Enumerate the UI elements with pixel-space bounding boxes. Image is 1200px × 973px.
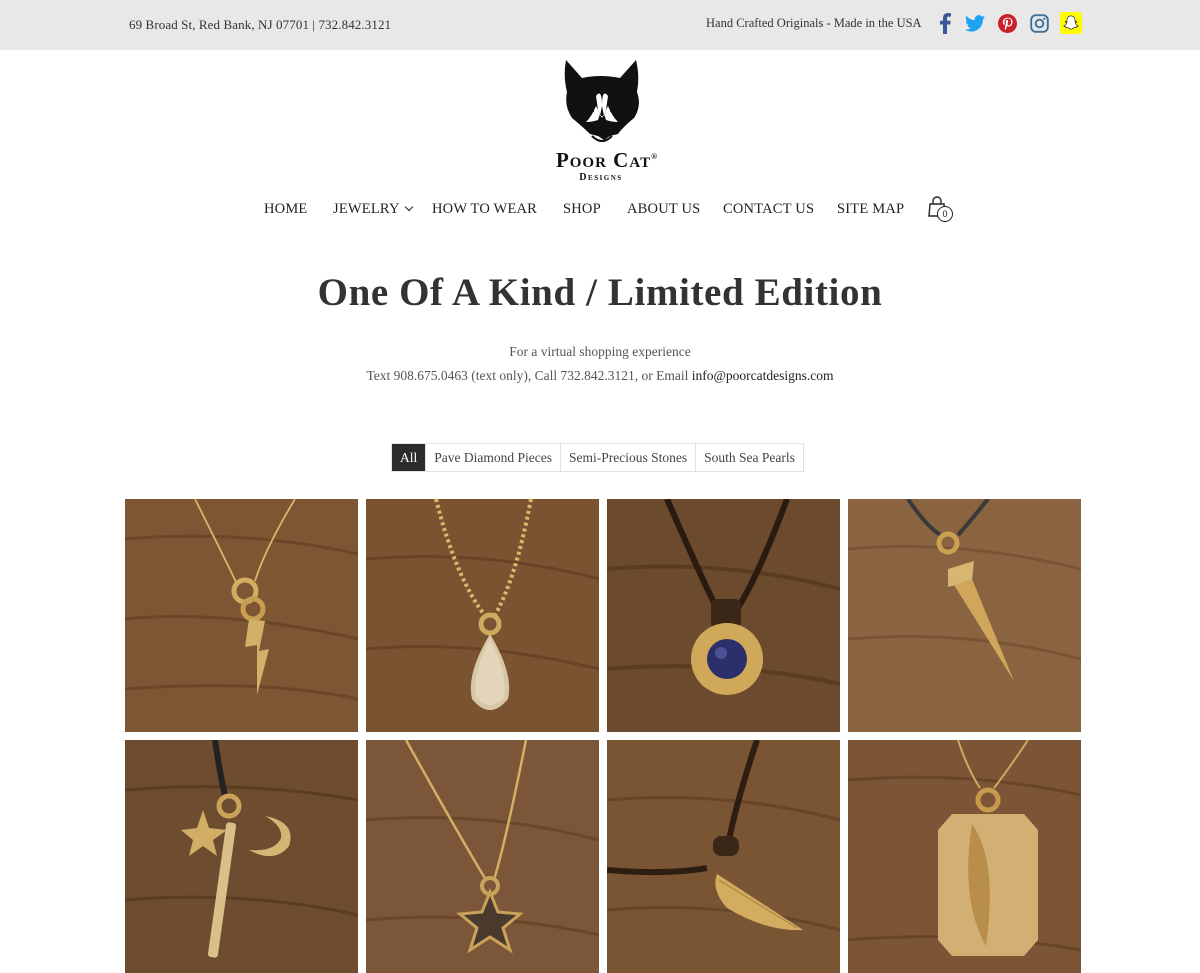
product-tile[interactable] (125, 740, 358, 973)
lightning-bolt-pendant-icon (125, 499, 358, 732)
product-tile[interactable] (125, 499, 358, 732)
nav-jewelry-label: JEWELRY (333, 201, 400, 217)
sapphire-bezel-pendant-icon (607, 499, 840, 732)
product-tile[interactable] (366, 499, 599, 732)
cart-count-badge: 0 (937, 206, 953, 222)
filter-all[interactable]: All (392, 444, 427, 471)
filter-south-sea-pearls[interactable]: South Sea Pearls (696, 444, 803, 471)
product-tile[interactable] (848, 499, 1081, 732)
cat-logo-icon (564, 60, 639, 142)
chevron-down-icon (404, 202, 413, 212)
store-address: 69 Broad St, Red Bank, NJ 07701 | 732.84… (129, 17, 392, 32)
nav-jewelry[interactable]: JEWELRY (333, 201, 413, 218)
snapchat-icon[interactable] (1060, 11, 1082, 35)
brand-subtitle: Designs (579, 172, 623, 183)
email-link[interactable]: info@poorcatdesigns.com (692, 368, 834, 383)
nav-about-us[interactable]: ABOUT US (627, 201, 700, 218)
filter-tabs: All Pave Diamond Pieces Semi-Precious St… (391, 443, 804, 472)
instagram-icon[interactable] (1028, 11, 1050, 35)
top-bar: 69 Broad St, Red Bank, NJ 07701 | 732.84… (0, 0, 1200, 50)
filter-semi-precious[interactable]: Semi-Precious Stones (561, 444, 697, 471)
pave-teardrop-pendant-icon (366, 499, 599, 732)
nav-contact-us[interactable]: CONTACT US (723, 201, 814, 218)
star-pendant-icon (366, 740, 599, 973)
feather-leather-pendant-icon (607, 740, 840, 973)
product-tile[interactable] (848, 740, 1081, 973)
nav-site-map[interactable]: SITE MAP (837, 201, 904, 218)
dagger-pendant-icon (848, 499, 1081, 732)
product-tile[interactable] (607, 740, 840, 973)
contact-text: Text 908.675.0463 (text only), Call 732.… (366, 368, 689, 383)
pinterest-icon[interactable] (996, 11, 1018, 35)
brand-name: Poor Cat® (555, 148, 659, 172)
filter-pave-diamond[interactable]: Pave Diamond Pieces (426, 444, 561, 471)
feather-dog-tag-pendant-icon (848, 740, 1081, 973)
tagline: Hand Crafted Originals - Made in the USA (706, 16, 922, 30)
product-tile[interactable] (366, 740, 599, 973)
nav-home[interactable]: HOME (264, 201, 308, 218)
page-title: One Of A Kind / Limited Edition (317, 271, 883, 314)
facebook-icon[interactable] (938, 11, 952, 35)
site-logo[interactable]: Poor Cat® Designs (530, 56, 680, 186)
intro-line-2: Text 908.675.0463 (text only), Call 732.… (0, 368, 1200, 384)
intro-line-1: For a virtual shopping experience (509, 344, 691, 359)
nav-shop[interactable]: SHOP (563, 201, 601, 218)
star-moon-bar-charms-icon (125, 740, 358, 973)
twitter-icon[interactable] (964, 11, 986, 35)
nav-how-to-wear[interactable]: HOW TO WEAR (432, 201, 537, 218)
product-tile[interactable] (607, 499, 840, 732)
main-nav: HOME JEWELRY HOW TO WEAR SHOP ABOUT US C… (0, 201, 1200, 221)
cart-button[interactable]: 0 (928, 196, 958, 224)
